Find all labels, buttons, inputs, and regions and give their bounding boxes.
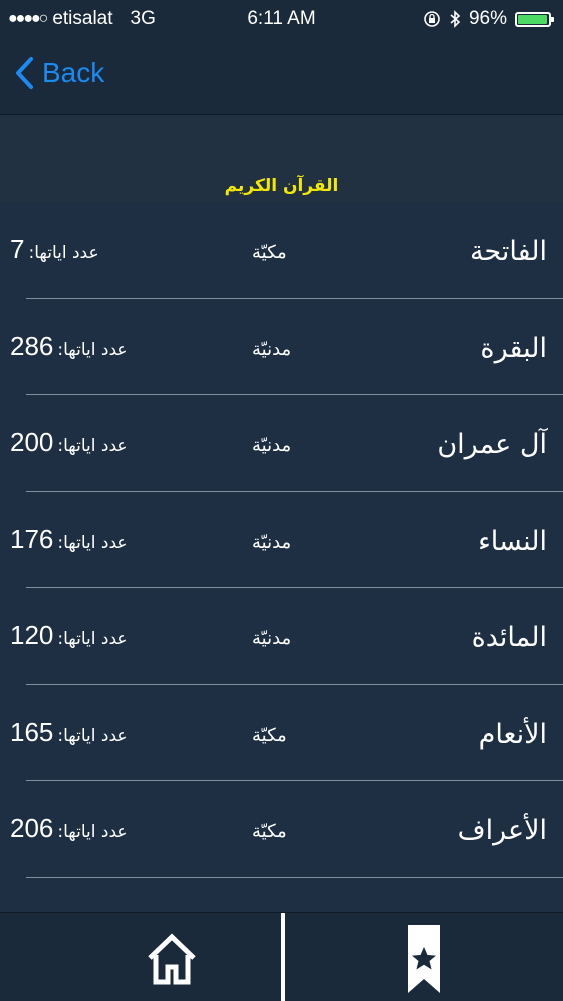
- verse-info: 7 عدد اياتها:: [10, 234, 99, 265]
- tab-bar: [0, 912, 563, 1001]
- home-icon: [148, 933, 196, 985]
- verse-count: 7: [10, 234, 25, 264]
- verse-count-label: عدد اياتها:: [57, 629, 128, 649]
- verse-count: 206: [10, 813, 54, 843]
- verse-info: 200 عدد اياتها:: [10, 427, 128, 458]
- verse-count: 176: [10, 523, 54, 554]
- home-tab[interactable]: [128, 927, 216, 991]
- status-bar: ●●●●○ etisalat 3G 6:11 AM 96%: [0, 0, 563, 38]
- bookmark-tab[interactable]: [380, 921, 468, 997]
- verse-count: 286: [10, 330, 54, 361]
- tab-divider: [281, 913, 285, 1001]
- battery-icon: [515, 11, 554, 27]
- surah-row[interactable]: الأنعام مكيّة 165 عدد اياتها:: [0, 685, 563, 782]
- navigation-bar: Back: [0, 38, 563, 115]
- status-right: 96%: [423, 8, 554, 30]
- verse-count-label: عدد اياتها:: [57, 725, 128, 746]
- surah-list[interactable]: الفاتحة مكيّة 7 عدد اياتها: البقرة مدنيّة 286 ع…: [0, 202, 563, 912]
- surah-type: مدنيّة: [252, 338, 292, 360]
- surah-name: الفاتحة: [469, 236, 547, 267]
- verse-info: 206 عدد اياتها:: [10, 813, 128, 844]
- back-button[interactable]: Back: [14, 56, 104, 90]
- surah-name: النساء: [478, 525, 547, 557]
- surah-type: مدنيّة: [252, 435, 292, 456]
- verse-count-label: عدد اياتها:: [28, 243, 99, 263]
- surah-row[interactable]: الأعراف مكيّة 206 عدد اياتها:: [0, 781, 563, 878]
- surah-row[interactable]: البقرة مدنيّة 286 عدد اياتها:: [0, 299, 563, 396]
- surah-name: المائدة: [471, 622, 547, 653]
- bookmark-star-icon: [408, 925, 440, 993]
- verse-count: 200: [10, 427, 54, 457]
- rotation-lock-icon: [424, 11, 440, 27]
- back-label: Back: [42, 57, 105, 88]
- surah-name: الأنعام: [478, 718, 547, 750]
- verse-info: 176 عدد اياتها:: [10, 524, 128, 555]
- page-title: القرآن الكريم: [224, 176, 339, 196]
- bluetooth-icon: [450, 10, 461, 28]
- surah-type: مدنيّة: [252, 531, 292, 553]
- verse-count-label: عدد اياتها:: [57, 822, 128, 842]
- battery-percent: 96%: [468, 8, 507, 29]
- surah-name: آل عمران: [437, 429, 547, 460]
- chevron-left-icon: [16, 57, 33, 89]
- verse-count-label: عدد اياتها:: [57, 436, 128, 456]
- surah-type: مكيّة: [252, 242, 287, 263]
- verse-info: 165 عدد اياتها:: [10, 717, 128, 748]
- section-header: القرآن الكريم: [0, 115, 563, 202]
- surah-type: مدنيّة: [252, 628, 292, 649]
- surah-row[interactable]: الفاتحة مكيّة 7 عدد اياتها:: [0, 202, 563, 299]
- verse-count: 165: [10, 716, 54, 747]
- surah-row[interactable]: النساء مدنيّة 176 عدد اياتها:: [0, 492, 563, 589]
- verse-count-label: عدد اياتها:: [57, 532, 128, 553]
- battery-fill: [518, 14, 547, 24]
- surah-name: الأعراف: [457, 815, 547, 846]
- battery-tip: [551, 16, 554, 22]
- surah-row[interactable]: المائدة مدنيّة 120 عدد اياتها:: [0, 588, 563, 685]
- surah-row[interactable]: آل عمران مدنيّة 200 عدد اياتها:: [0, 395, 563, 492]
- surah-name: البقرة: [480, 332, 547, 364]
- verse-count: 120: [10, 620, 54, 650]
- surah-type: مكيّة: [252, 724, 287, 746]
- verse-info: 120 عدد اياتها:: [10, 620, 128, 651]
- surah-type: مكيّة: [252, 821, 287, 842]
- verse-count-label: عدد اياتها:: [57, 339, 128, 360]
- verse-info: 286 عدد اياتها:: [10, 331, 128, 362]
